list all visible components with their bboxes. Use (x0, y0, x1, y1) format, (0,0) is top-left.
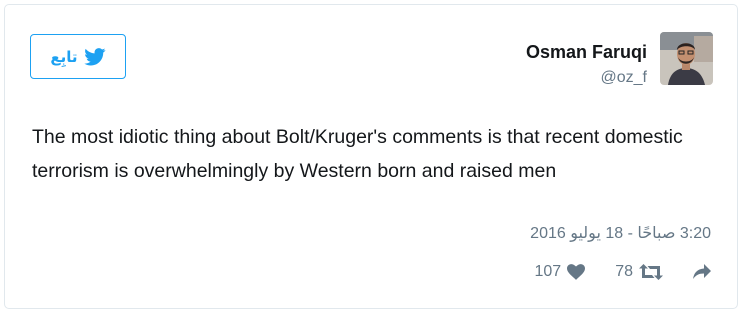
like-count: 107 (534, 263, 562, 280)
follow-button[interactable]: تابِع (30, 34, 126, 79)
retweet-icon (639, 264, 663, 280)
heart-icon (567, 264, 586, 280)
share-button[interactable] (693, 264, 711, 280)
tweet-card: تابِع Osman Faruqi @oz_f The most idioti… (4, 4, 738, 309)
retweet-count: 78 (615, 263, 633, 280)
twitter-bird-icon (83, 47, 106, 65)
tweet-text: The most idiotic thing about Bolt/Kruger… (32, 126, 683, 182)
author-name[interactable]: Osman Faruqi (526, 42, 647, 63)
avatar[interactable] (660, 32, 713, 85)
avatar-image (660, 32, 713, 85)
tweet-timestamp[interactable]: 3:20 صباحًا - 18 يوليو 2016 (530, 223, 711, 243)
tweet-actions: 107 78 (535, 263, 711, 281)
retweet-button[interactable]: 78 (615, 263, 663, 281)
like-button[interactable]: 107 (535, 263, 586, 281)
share-arrow-icon (693, 264, 711, 279)
author-handle[interactable]: @oz_f (601, 69, 647, 87)
follow-label: تابِع (50, 48, 78, 66)
